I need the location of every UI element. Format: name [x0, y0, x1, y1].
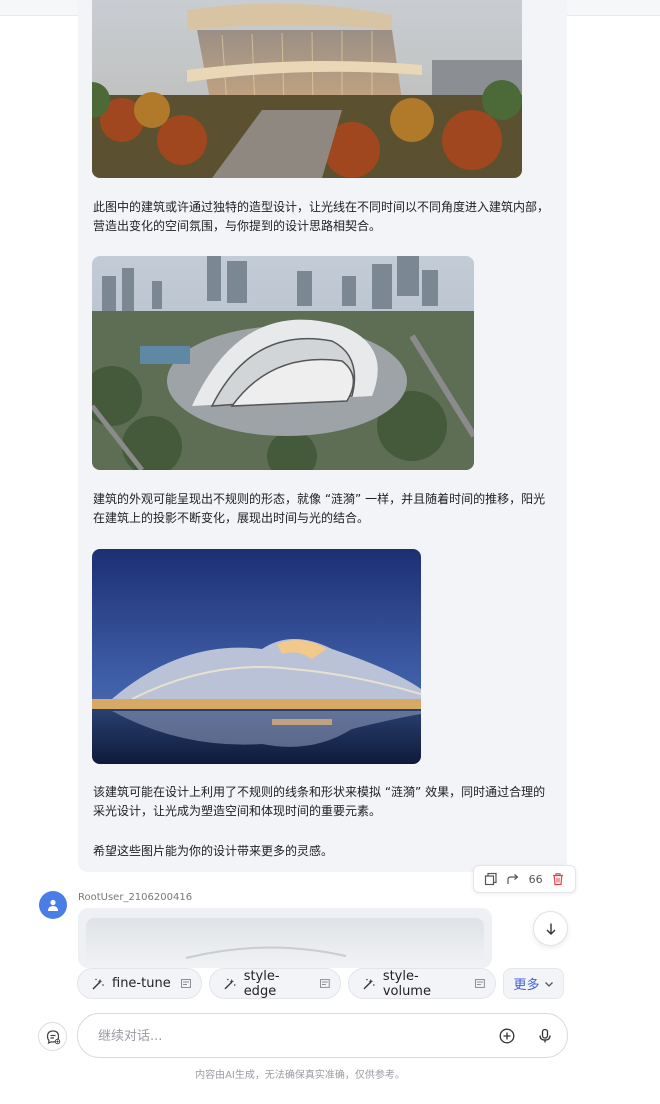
magic-wand-icon — [92, 978, 104, 989]
new-chat-icon — [46, 1029, 60, 1044]
chat-input-box — [77, 1013, 568, 1058]
arrow-down-icon — [546, 923, 555, 935]
add-attachment-button[interactable] — [497, 1026, 517, 1046]
building-image-3[interactable] — [92, 549, 421, 764]
new-chat-button[interactable] — [38, 1022, 67, 1051]
share-icon — [507, 874, 519, 884]
ai-disclaimer: 内容由AI生成，无法确保真实准确，仅供参考。 — [195, 1070, 405, 1081]
more-suggestions-button[interactable]: 更多 — [503, 968, 564, 999]
chat-input[interactable] — [98, 1026, 478, 1046]
building-image-2[interactable] — [92, 256, 474, 470]
suggestion-chip-label: fine-tune — [112, 976, 171, 991]
copy-button[interactable] — [482, 870, 500, 888]
user-icon — [48, 899, 58, 911]
share-button[interactable] — [504, 870, 522, 888]
suggestion-chip-style-volume[interactable]: style-volume — [348, 968, 496, 999]
voice-input-button[interactable] — [535, 1026, 555, 1046]
scroll-to-bottom-button[interactable] — [533, 911, 568, 946]
user-message — [78, 908, 492, 968]
template-icon — [475, 979, 485, 988]
paragraph-4: 希望这些图片能为你的设计带来更多的灵感。 — [93, 844, 334, 858]
paragraph-2: 建筑的外观可能呈现出不规则的形态，就像 “涟漪” 一样，并且随着时间的推移，阳光… — [93, 492, 546, 525]
user-uploaded-image[interactable] — [86, 918, 484, 968]
template-icon — [320, 979, 330, 988]
suggestion-chip-label: style-volume — [382, 968, 431, 999]
copy-icon — [485, 872, 497, 886]
quote-button[interactable]: 66 — [527, 870, 545, 888]
plus-circle-icon — [499, 1028, 515, 1044]
suggestion-chip-style-edge[interactable]: style-edge — [209, 968, 341, 999]
microphone-icon — [539, 1028, 551, 1043]
delete-button[interactable] — [549, 870, 567, 888]
template-icon — [180, 979, 191, 988]
trash-icon — [552, 873, 563, 886]
paragraph-1: 此图中的建筑或许通过独特的造型设计，让光线在不同时间以不同角度进入建筑内部，营造… — [93, 200, 550, 233]
message-actions: 66 — [473, 865, 576, 893]
more-label: 更多 — [513, 978, 540, 993]
suggestion-chip-label: style-edge — [243, 968, 280, 999]
paragraph-3: 该建筑可能在设计上利用了不规则的线条和形状来模拟 “涟漪” 效果，同时通过合理的… — [93, 785, 546, 818]
suggestion-chip-fine-tune[interactable]: fine-tune — [77, 968, 202, 999]
user-avatar — [39, 891, 67, 919]
chevron-down-icon — [544, 981, 553, 987]
user-name: RootUser_2106200416 — [78, 892, 193, 903]
magic-wand-icon — [224, 978, 236, 989]
building-image-1[interactable] — [92, 0, 522, 178]
magic-wand-icon — [363, 978, 375, 989]
